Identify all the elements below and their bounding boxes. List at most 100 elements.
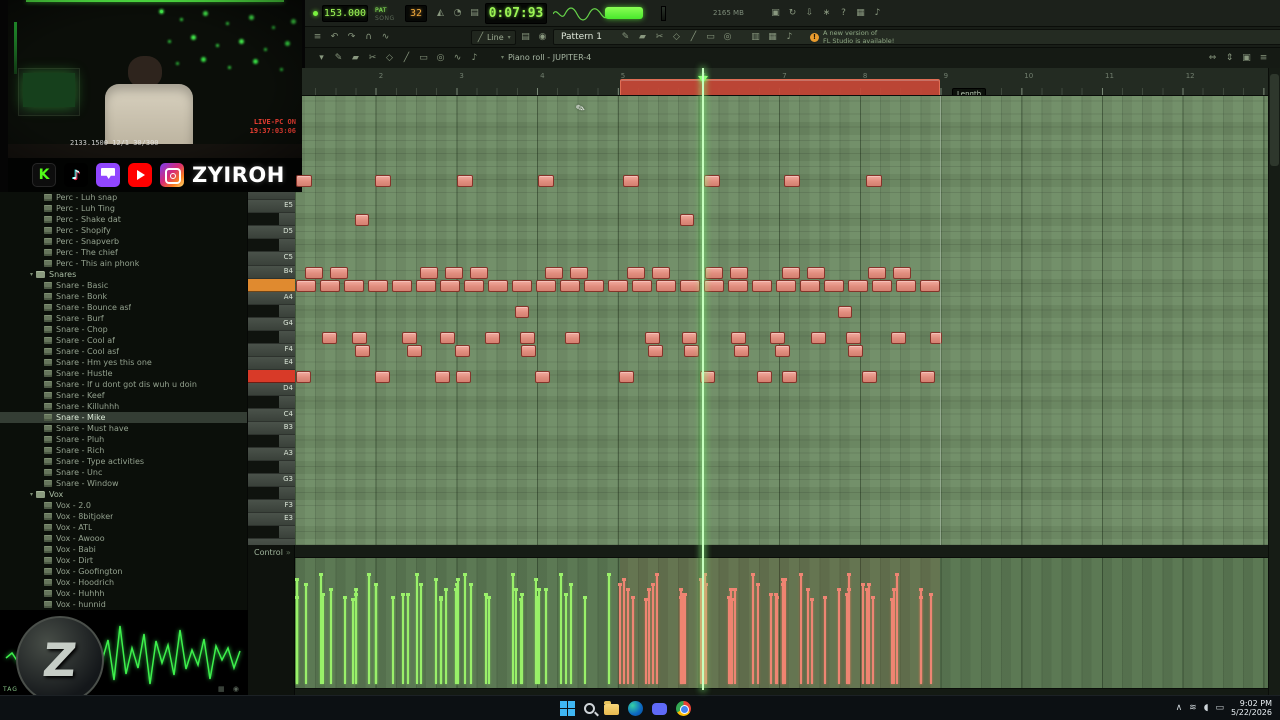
midi-note[interactable] <box>757 370 772 383</box>
record-icon[interactable]: ◉ <box>534 29 551 45</box>
velocity-stem[interactable] <box>321 593 325 684</box>
pr-stamp-icon[interactable]: ♪ <box>466 50 483 66</box>
velocity-stem[interactable] <box>463 573 467 684</box>
midi-note[interactable] <box>584 279 604 292</box>
midi-note[interactable] <box>728 279 748 292</box>
zoom-icon[interactable]: ◎ <box>719 29 736 45</box>
network-icon[interactable]: ≋ <box>1189 703 1197 713</box>
velocity-stem[interactable] <box>651 583 655 684</box>
main-volume-slider[interactable] <box>605 7 643 19</box>
midi-note[interactable] <box>704 279 724 292</box>
typing-keyboard-icon[interactable]: ▤ <box>466 5 483 21</box>
pr-mute-icon[interactable]: ◇ <box>381 50 398 66</box>
velocity-stem[interactable] <box>622 578 626 684</box>
midi-note[interactable] <box>485 331 500 344</box>
midi-note[interactable] <box>368 279 388 292</box>
velocity-stem[interactable] <box>683 593 687 684</box>
update-available-icon[interactable]: ⇩ <box>801 5 818 21</box>
browser-sample-item[interactable]: Snare - Basic <box>0 280 247 291</box>
velocity-stem[interactable] <box>751 573 755 684</box>
midi-note[interactable] <box>862 370 877 383</box>
browser-sample-item[interactable]: Perc - The chief <box>0 247 247 258</box>
midi-note[interactable] <box>645 331 660 344</box>
velocity-stem[interactable] <box>569 583 573 684</box>
metronome-icon[interactable]: ◭ <box>432 5 449 21</box>
velocity-stem[interactable] <box>837 588 841 684</box>
volume-icon[interactable]: ◖ <box>1204 703 1209 713</box>
time-display[interactable]: 0:07:93 <box>485 3 547 24</box>
browser-sample-item[interactable]: Vox - Dirt <box>0 555 247 566</box>
edge-browser-button[interactable] <box>628 700 643 716</box>
velocity-stem[interactable] <box>444 588 448 684</box>
midi-note[interactable] <box>296 370 311 383</box>
velocity-stem[interactable] <box>871 596 875 684</box>
midi-note[interactable] <box>305 266 323 279</box>
hidden-icons-button[interactable]: ∧ <box>1176 703 1183 713</box>
slice-icon[interactable]: ╱ <box>685 29 702 45</box>
velocity-stem[interactable] <box>730 598 734 684</box>
paint-icon[interactable]: ▰ <box>634 29 651 45</box>
velocity-stem[interactable] <box>415 573 419 684</box>
midi-note[interactable] <box>470 266 488 279</box>
midi-note[interactable] <box>807 266 825 279</box>
pr-menu-icon[interactable]: ▾ <box>313 50 330 66</box>
browser-folder[interactable]: Vox <box>0 489 247 500</box>
midi-note[interactable] <box>344 279 364 292</box>
browser-sample-item[interactable]: Vox - Goofington <box>0 566 247 577</box>
piano-key[interactable]: B3 <box>248 422 295 436</box>
midi-note[interactable] <box>648 344 663 357</box>
piano-key[interactable] <box>248 239 295 253</box>
piano-key[interactable] <box>248 435 295 449</box>
velocity-stem[interactable] <box>583 596 587 684</box>
piano-key[interactable]: C4 <box>248 408 295 422</box>
midi-note[interactable] <box>731 331 746 344</box>
browser-sample-item[interactable]: Vox - 8bitjoker <box>0 511 247 522</box>
velocity-stem[interactable] <box>564 593 568 684</box>
pr-zoom-icon[interactable]: ◎ <box>432 50 449 66</box>
piano-key[interactable]: C5 <box>248 252 295 266</box>
mixer-toggle-icon[interactable]: ▦ <box>852 5 869 21</box>
pr-paint-icon[interactable]: ▰ <box>347 50 364 66</box>
piano-key[interactable]: E3 <box>248 513 295 527</box>
midi-note[interactable] <box>375 175 391 188</box>
help-icon[interactable]: ? <box>835 5 852 21</box>
velocity-stem[interactable] <box>439 598 443 684</box>
browser-sample-item[interactable]: Snare - Hm yes this one <box>0 357 247 368</box>
velocity-stem[interactable] <box>756 583 760 684</box>
midi-note[interactable] <box>656 279 676 292</box>
browser-sample-item[interactable]: Snare - Unc <box>0 467 247 478</box>
midi-note[interactable] <box>838 305 852 318</box>
taskbar-clock[interactable]: 9:02 PM 5/22/2026 <box>1231 699 1272 717</box>
midi-note[interactable] <box>682 331 697 344</box>
velocity-stem[interactable] <box>823 596 827 684</box>
pr-draw-icon[interactable]: ✎ <box>330 50 347 66</box>
midi-note[interactable] <box>296 175 312 188</box>
velocity-stem[interactable] <box>295 578 299 684</box>
velocity-stem[interactable] <box>469 583 473 684</box>
playlist-toggle-icon[interactable]: ♪ <box>869 5 886 21</box>
velocity-stem[interactable] <box>655 573 659 684</box>
piano-key[interactable] <box>248 526 295 540</box>
midi-note[interactable] <box>570 266 588 279</box>
editor-title[interactable]: Piano roll - JUPITER-4 <box>501 53 591 62</box>
velocity-stem[interactable] <box>514 588 518 684</box>
playhead-line[interactable] <box>702 68 704 690</box>
midi-note[interactable] <box>848 279 868 292</box>
velocity-stem[interactable] <box>727 596 731 684</box>
velocity-stem[interactable] <box>455 583 459 684</box>
midi-note[interactable] <box>355 214 369 227</box>
velocity-stem[interactable] <box>703 573 707 684</box>
piano-key[interactable]: F4 <box>248 343 295 357</box>
velocity-stem[interactable] <box>544 588 548 684</box>
mixer-panel-icon[interactable]: ▦ <box>764 29 781 45</box>
playlist-panel-icon[interactable]: ▥ <box>747 29 764 45</box>
piano-key[interactable]: D5 <box>248 226 295 240</box>
midi-note[interactable] <box>920 370 935 383</box>
control-panel[interactable]: Control» <box>248 545 295 695</box>
midi-note[interactable] <box>632 279 652 292</box>
midi-note[interactable] <box>734 344 749 357</box>
velocity-stem[interactable] <box>647 588 651 684</box>
velocity-stem[interactable] <box>406 593 410 684</box>
midi-note[interactable] <box>445 266 463 279</box>
midi-note[interactable] <box>455 344 470 357</box>
